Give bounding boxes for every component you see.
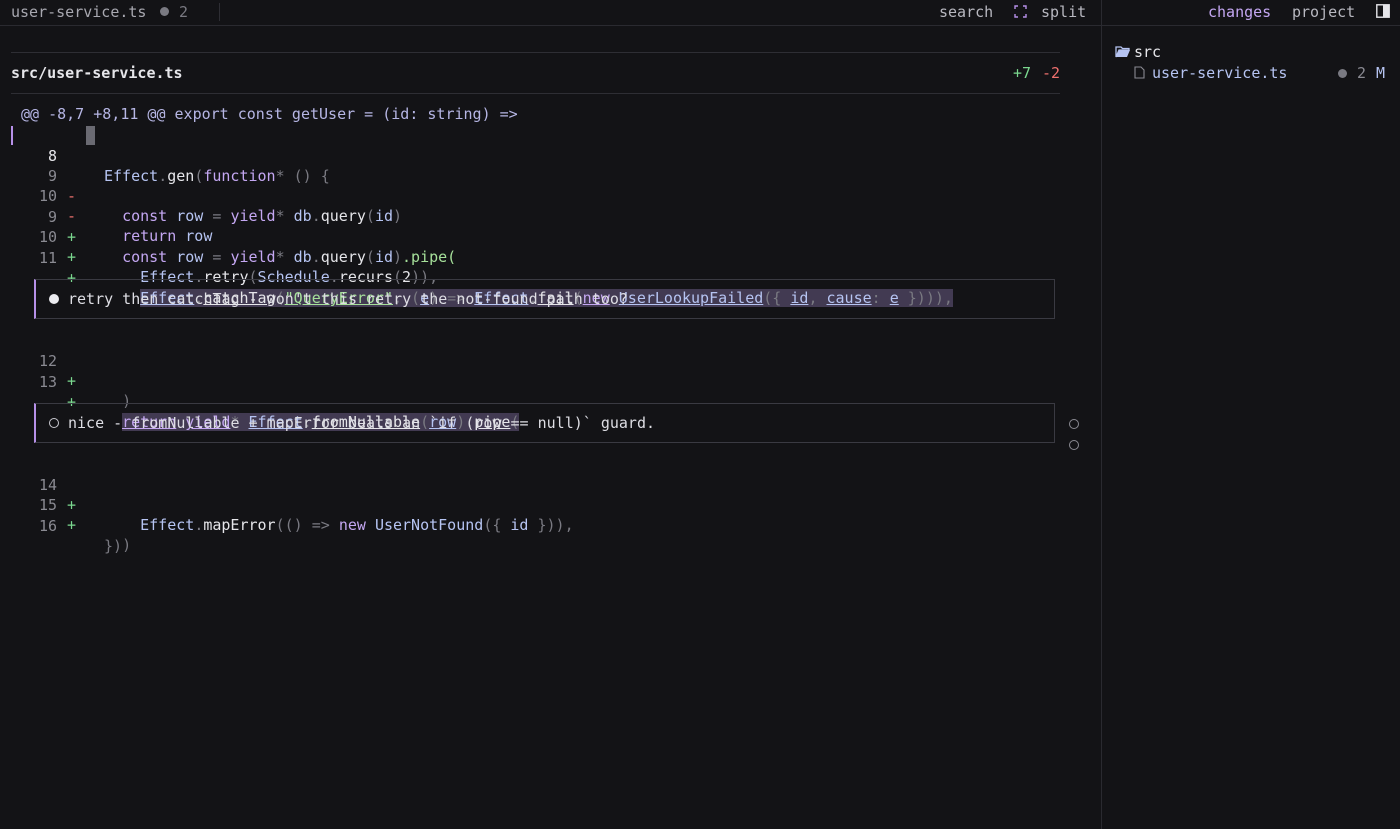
diff-line[interactable]: 8 Effect.gen(function* () {	[0, 126, 1060, 185]
resolved-dot-icon[interactable]	[49, 418, 59, 428]
line-number: 13	[38, 373, 57, 391]
line-sign: +	[67, 248, 77, 266]
split-icon[interactable]	[1014, 5, 1027, 18]
additions-count: +7	[1013, 64, 1032, 82]
tree-file-user-service[interactable]: user-service.ts	[1152, 64, 1287, 82]
diff-line[interactable]: 9 + const row = yield* db.query(id).pipe…	[0, 187, 1060, 266]
file-status-badge: M	[1376, 64, 1386, 82]
add-comment-icon[interactable]	[1069, 440, 1079, 450]
diff-line[interactable]: 13 + return yield* Effect.fromNullable(r…	[0, 352, 1060, 431]
diff-line[interactable]: 11 + Effect.catchTag("QueryError", (e) =…	[0, 228, 1060, 307]
review-comment[interactable]: nice - fromNullable + mapError beats an …	[34, 403, 1055, 443]
file-header-bottom-rule	[11, 93, 1060, 94]
unresolved-dot-icon[interactable]	[49, 294, 59, 304]
add-comment-icon[interactable]	[1069, 419, 1079, 429]
toggle-sidebar-icon[interactable]	[1376, 4, 1390, 18]
line-sign: +	[67, 516, 77, 534]
comment-text: retry then catchTag - won't this retry t…	[68, 290, 628, 308]
top-bar: user-service.ts 2 search split changes p…	[0, 0, 1400, 26]
diff-line[interactable]: 10 - return row	[0, 166, 1060, 245]
file-header-top-rule	[11, 52, 1060, 53]
tab-title[interactable]: user-service.ts	[11, 3, 146, 21]
line-number: 11	[38, 249, 57, 267]
pane-divider[interactable]	[1101, 0, 1102, 829]
comment-text: nice - fromNullable + mapError beats an …	[68, 414, 655, 432]
line-code: })	[104, 537, 123, 555]
split-button[interactable]: split	[1041, 3, 1086, 21]
tab-project[interactable]: project	[1292, 3, 1355, 21]
tree-folder-src[interactable]: src	[1134, 43, 1161, 61]
line-number: 16	[38, 517, 57, 535]
folder-open-icon	[1115, 46, 1130, 58]
diff-line[interactable]: 14 + Effect.mapError(() => new UserNotFo…	[0, 455, 1060, 534]
deletions-count: -2	[1042, 64, 1061, 82]
review-comment[interactable]: retry then catchTag - won't this retry t…	[34, 279, 1055, 319]
diff-line[interactable]: 15 + )	[0, 475, 1060, 554]
diff-line[interactable]: 9 - const row = yield* db.query(id)	[0, 146, 1060, 225]
file-comment-count: 2	[1357, 64, 1367, 82]
line-code: Effect.mapError(() => new UserNotFound({…	[140, 516, 574, 534]
modified-dot-icon	[160, 7, 169, 16]
file-icon	[1134, 66, 1145, 79]
diff-line[interactable]: 12 + )	[0, 331, 1060, 410]
search-button[interactable]: search	[939, 3, 993, 21]
tab-divider	[219, 3, 220, 21]
tab-changes[interactable]: changes	[1208, 3, 1271, 21]
hunk-header: @@ -8,7 +8,11 @@ export const getUser = …	[21, 105, 518, 123]
comment-dot-icon	[1338, 69, 1347, 78]
tab-comment-count: 2	[179, 3, 189, 21]
diff-line[interactable]: 10 + Effect.retry(Schedule.recurs(2)),	[0, 207, 1060, 286]
line-code: const row = yield* db.query(id).pipe(	[122, 248, 457, 266]
diff-line[interactable]: 16 })	[0, 496, 1060, 555]
file-path: src/user-service.ts	[11, 64, 183, 82]
line-sign: +	[67, 372, 77, 390]
